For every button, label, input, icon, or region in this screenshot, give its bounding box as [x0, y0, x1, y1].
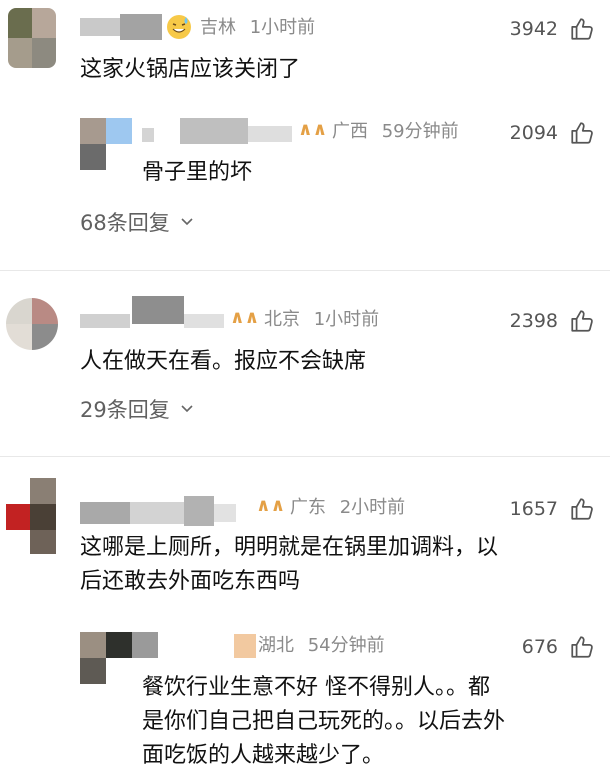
comment-meta: 广东 2小时前 — [290, 497, 405, 519]
reply-meta: 广西 59分钟前 — [332, 121, 459, 143]
comment-meta: 吉林 1小时前 — [200, 17, 315, 39]
timestamp: 2小时前 — [339, 497, 406, 518]
timestamp: 59分钟前 — [381, 121, 459, 142]
thumbs-up-icon[interactable] — [569, 120, 595, 146]
divider — [0, 270, 610, 271]
view-replies-link[interactable]: 68条回复 — [80, 209, 194, 237]
reply-text-line-1: 餐饮行业生意不好 怪不得别人。。都 — [142, 675, 490, 700]
comment-text: 这家火锅店应该关闭了 — [80, 57, 301, 82]
username-mosaic[interactable] — [80, 296, 228, 330]
comment-text-line-2: 后还敢去外面吃东西吗 — [80, 569, 301, 594]
username-mosaic[interactable] — [142, 118, 292, 144]
divider — [0, 456, 610, 457]
thumbs-up-icon[interactable] — [569, 308, 595, 334]
avatar[interactable] — [6, 478, 56, 554]
chevron-down-icon — [181, 218, 193, 226]
location: 北京 — [264, 309, 300, 330]
reply-text: 骨子里的坏 — [142, 160, 253, 185]
vip-badge-icon: ∧∧ — [298, 119, 328, 140]
chevron-down-icon — [181, 405, 193, 413]
like-count: 2398 — [509, 310, 558, 332]
thumbs-up-icon[interactable] — [569, 634, 595, 660]
vip-badge-icon: ∧∧ — [230, 307, 260, 328]
avatar[interactable] — [80, 118, 132, 170]
timestamp: 1小时前 — [313, 309, 380, 330]
sweat-smile-emoji — [167, 15, 191, 39]
timestamp: 1小时前 — [249, 17, 316, 38]
location: 广东 — [290, 497, 326, 518]
thumbs-up-icon[interactable] — [569, 496, 595, 522]
comment-meta: 北京 1小时前 — [264, 309, 379, 331]
thumbs-up-icon[interactable] — [569, 16, 595, 42]
avatar[interactable] — [8, 8, 56, 68]
like-count: 1657 — [509, 498, 558, 520]
username-mosaic[interactable] — [80, 14, 162, 40]
comment-text-line-1: 这哪是上厕所，明明就是在锅里加调料，以 — [80, 535, 499, 560]
replies-count: 29条回复 — [80, 398, 170, 422]
location: 广西 — [332, 121, 368, 142]
view-replies-link[interactable]: 29条回复 — [80, 396, 194, 424]
reply-text-line-3: 面吃饭的人越来越少了。 — [142, 743, 385, 768]
avatar-mosaic — [8, 8, 56, 68]
comment-text: 人在做天在看。报应不会缺席 — [80, 349, 367, 374]
location: 吉林 — [200, 17, 236, 38]
reply-meta: 湖北 54分钟前 — [258, 635, 385, 657]
username-mosaic[interactable] — [234, 634, 256, 658]
like-count: 2094 — [509, 122, 558, 144]
like-count: 676 — [521, 636, 558, 658]
username-mosaic[interactable] — [80, 496, 244, 526]
avatar[interactable] — [6, 296, 58, 352]
location: 湖北 — [258, 635, 294, 656]
replies-count: 68条回复 — [80, 211, 170, 235]
timestamp: 54分钟前 — [307, 635, 385, 656]
reply-text-line-2: 是你们自己把自己玩死的。。以后去外 — [142, 709, 506, 734]
like-count: 3942 — [509, 18, 558, 40]
vip-badge-icon: ∧∧ — [256, 495, 286, 516]
